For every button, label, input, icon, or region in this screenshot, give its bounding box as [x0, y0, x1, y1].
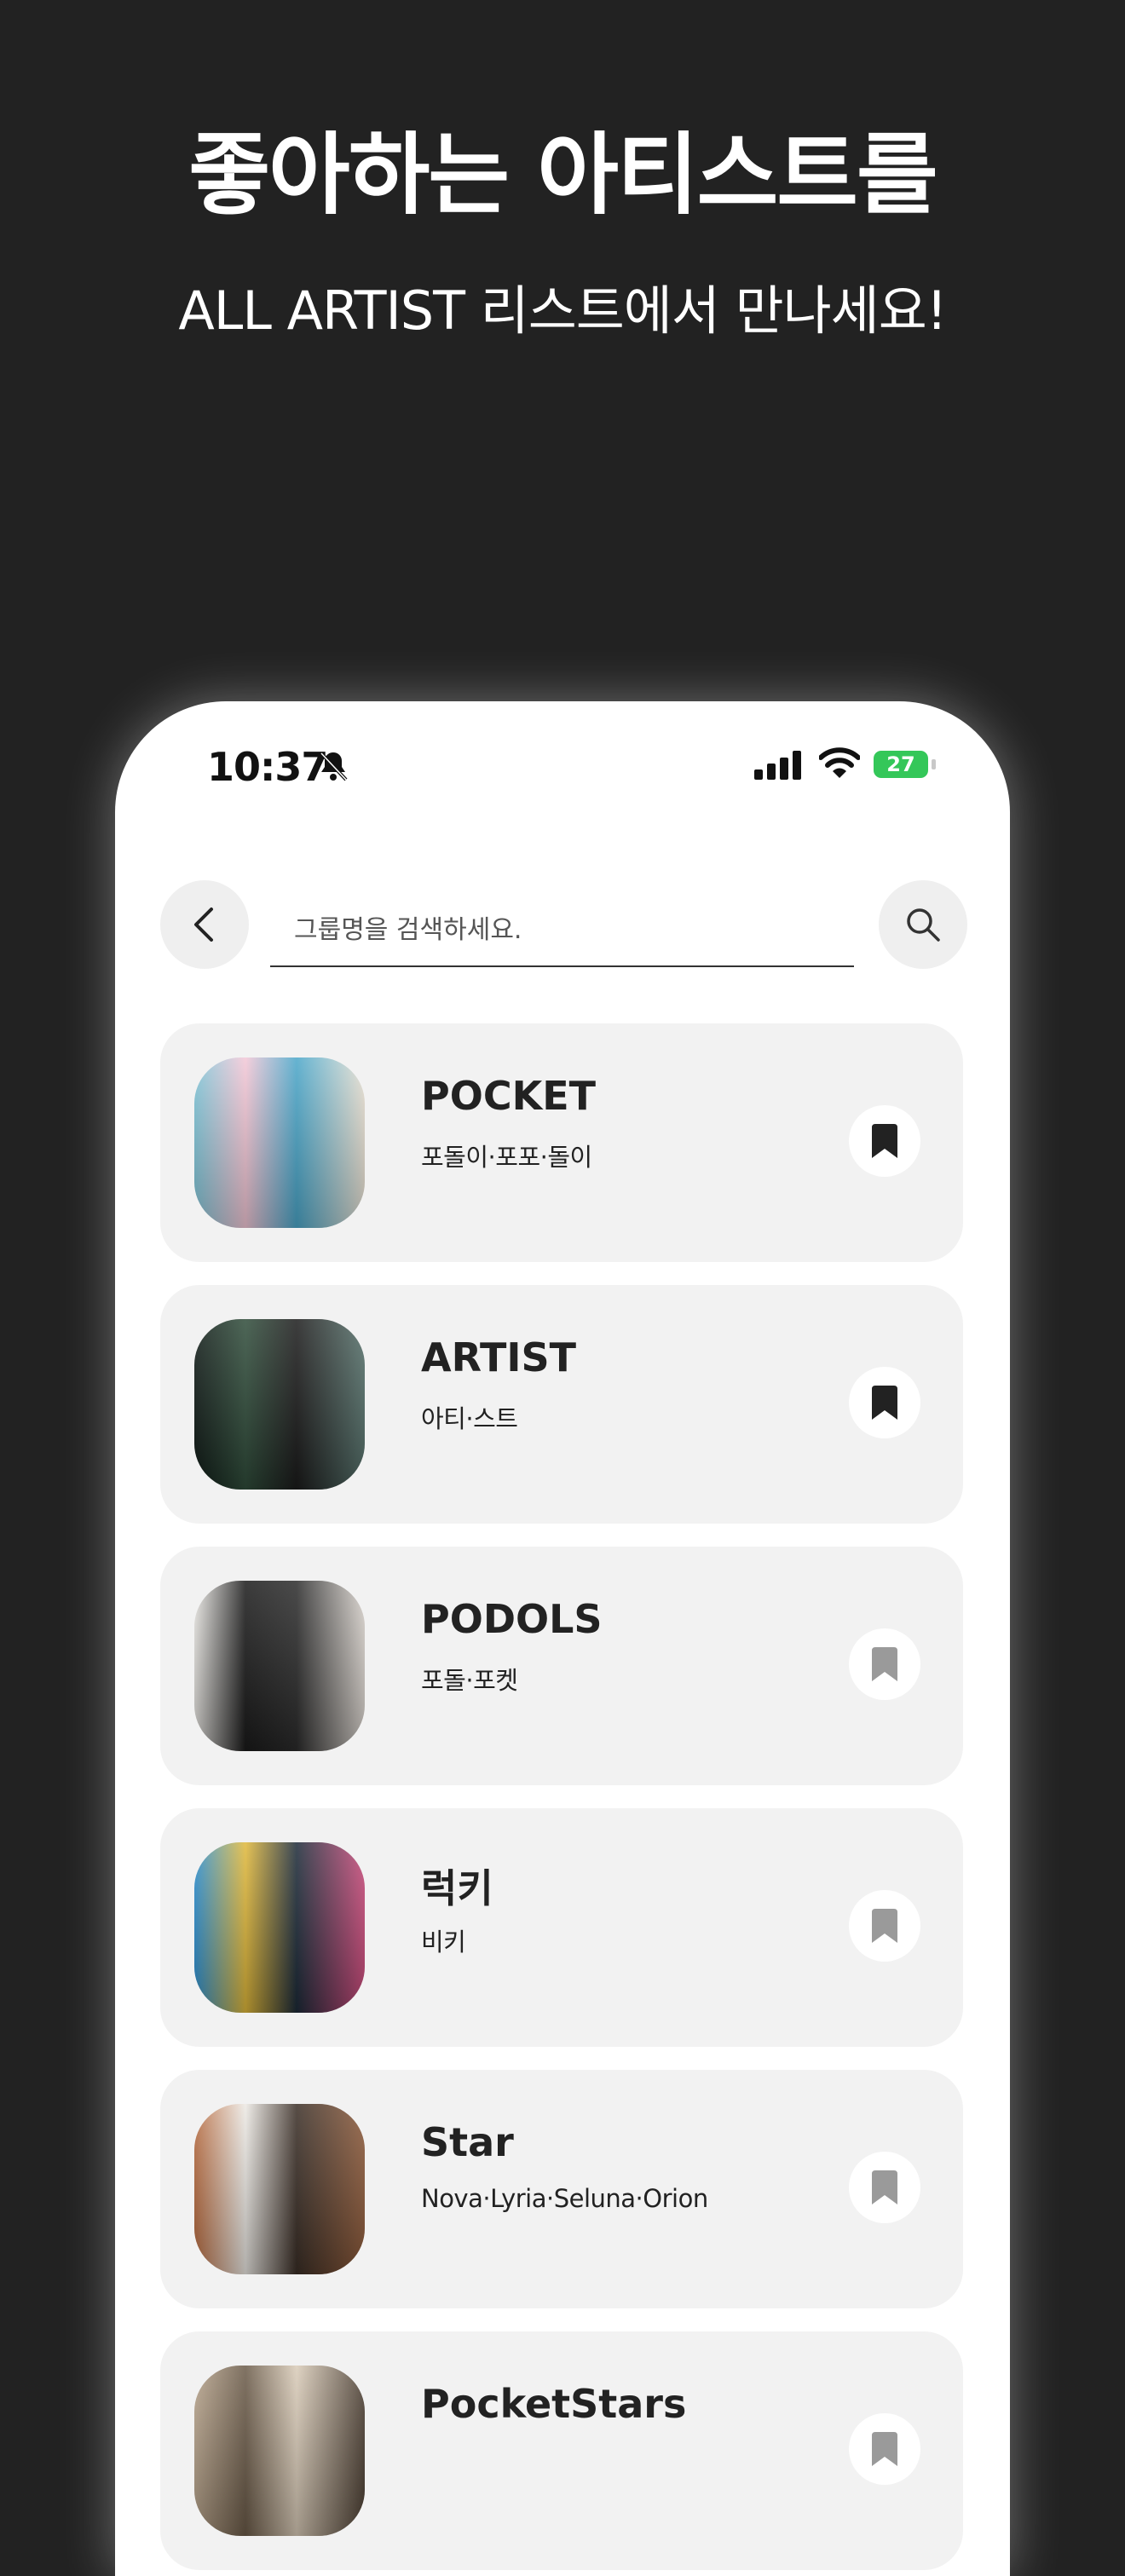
artist-name: POCKET: [421, 1073, 597, 1119]
search-icon: [907, 908, 940, 942]
artist-thumbnail: [194, 1842, 365, 2013]
bookmark-button[interactable]: [849, 1367, 920, 1438]
signal-icon: [754, 751, 801, 780]
status-time: 10:37: [207, 744, 328, 790]
artist-thumbnail: [194, 1319, 365, 1490]
artist-card[interactable]: PODOLS 포돌·포켓: [160, 1547, 963, 1785]
artist-list: POCKET 포돌이·포포·돌이 ARTIST 아티·스트 PODOLS 포돌·포켓럭키비…: [160, 1023, 967, 2576]
artist-name: PocketStars: [421, 2381, 687, 2427]
artist-members: 포돌·포켓: [421, 1666, 518, 1695]
bell-muted-icon: [320, 752, 348, 781]
bookmark-button[interactable]: [849, 2152, 920, 2223]
bookmark-button[interactable]: [849, 1890, 920, 1962]
phone-frame: 10:37 27 POCKET 포돌이·포포·돌이 ARTIST 아티·스트 PODOL…: [115, 701, 1010, 2576]
search-button[interactable]: [879, 880, 967, 969]
artist-members: 비키: [421, 1928, 466, 1956]
bookmark-button[interactable]: [849, 2413, 920, 2485]
artist-members: Nova·Lyria·Seluna·Orion: [421, 2184, 708, 2213]
artist-thumbnail: [194, 1581, 365, 1751]
artist-thumbnail: [194, 2104, 365, 2274]
bookmark-button[interactable]: [849, 1628, 920, 1700]
battery-level: 27: [886, 752, 915, 776]
battery-icon: 27: [874, 751, 928, 778]
search-input[interactable]: [292, 908, 841, 952]
wifi-icon: [819, 747, 860, 778]
artist-name: Star: [421, 2119, 514, 2165]
back-button[interactable]: [160, 880, 249, 969]
battery-cap: [932, 759, 936, 769]
artist-name: 럭키: [421, 1865, 493, 1911]
artist-thumbnail: [194, 2366, 365, 2536]
artist-members: 아티·스트: [421, 1404, 518, 1433]
promo-title: 좋아하는 아티스트를: [188, 123, 938, 227]
artist-card[interactable]: Star Nova·Lyria·Seluna·Orion: [160, 2070, 963, 2308]
bookmark-icon: [872, 1386, 897, 1420]
artist-name: PODOLS: [421, 1596, 603, 1642]
artist-card[interactable]: POCKET 포돌이·포포·돌이: [160, 1023, 963, 1262]
bookmark-button[interactable]: [849, 1105, 920, 1177]
bookmark-icon: [872, 2170, 897, 2204]
bookmark-icon: [872, 1124, 897, 1158]
search-field: [270, 889, 854, 967]
artist-card[interactable]: ARTIST 아티·스트: [160, 1285, 963, 1524]
promo-subtitle: ALL ARTIST 리스트에서 만나세요!: [178, 279, 947, 342]
artist-card[interactable]: PocketStars: [160, 2331, 963, 2570]
bookmark-icon: [872, 1647, 897, 1681]
bookmark-icon: [872, 2432, 897, 2466]
artist-members: 포돌이·포포·돌이: [421, 1143, 592, 1172]
chevron-left-icon: [194, 908, 213, 942]
bookmark-icon: [872, 1909, 897, 1943]
artist-thumbnail: [194, 1057, 365, 1228]
artist-card[interactable]: 럭키비키: [160, 1808, 963, 2047]
artist-name: ARTIST: [421, 1334, 576, 1380]
